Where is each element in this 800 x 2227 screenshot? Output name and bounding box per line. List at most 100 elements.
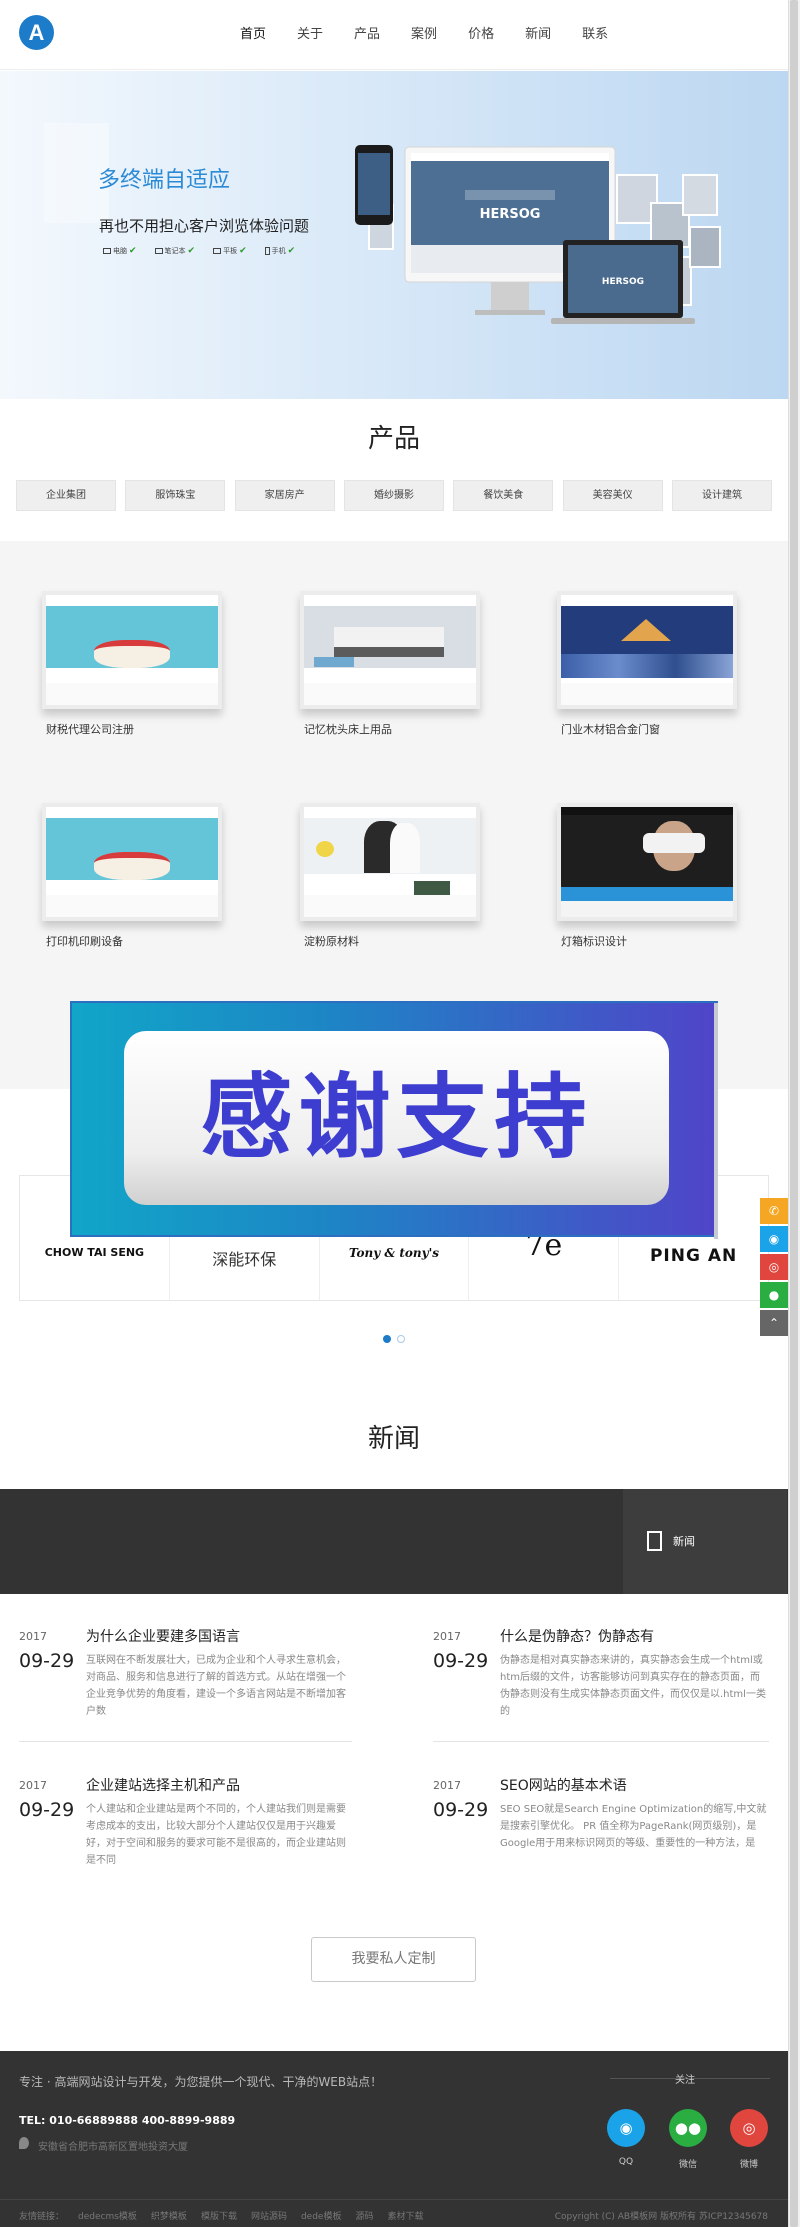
friend-link[interactable]: 网站源码 <box>251 2209 287 2222</box>
nav-item-about[interactable]: 关于 <box>297 25 323 45</box>
product-caption[interactable]: 记忆枕头床上用品 <box>300 721 430 738</box>
news-headline[interactable]: 为什么企业要建多国语言 <box>86 1626 240 1646</box>
product-caption[interactable]: 门业木材铝合金门窗 <box>557 721 687 738</box>
product-card[interactable]: 淀粉原材料 <box>300 803 480 950</box>
carousel-dot-active[interactable] <box>383 1335 391 1343</box>
banner-title: 多终端自适应 <box>98 168 231 193</box>
custom-order-button[interactable]: 我要私人定制 <box>311 1937 476 1982</box>
tablet-icon <box>213 248 222 254</box>
partner-name: PING AN <box>649 1246 738 1266</box>
overlay-text: 感谢支持 <box>200 1064 593 1171</box>
device-label: 手机 <box>271 247 286 255</box>
product-caption[interactable]: 财税代理公司注册 <box>42 721 172 738</box>
news-headline[interactable]: SEO网站的基本术语 <box>500 1775 627 1795</box>
device-mockup-illustration: HERSOG HERSOG <box>355 145 721 324</box>
back-to-top-icon[interactable]: ⌃ <box>760 1310 788 1336</box>
device-label: 平板 <box>223 247 238 255</box>
social-qq[interactable]: ◉ QQ <box>607 2109 645 2167</box>
product-card[interactable]: 记忆枕头床上用品 <box>300 591 480 738</box>
news-headline[interactable]: 什么是伪静态？伪静态有 <box>500 1626 654 1646</box>
page: A 首页 关于 产品 案例 价格 新闻 联系 多终端自适应 再也不用担心客户浏览… <box>0 0 788 2227</box>
scrollbar-thumb[interactable] <box>790 0 798 2227</box>
tab-food[interactable]: 餐饮美食 <box>453 480 554 511</box>
device-list: 电脑 ✔ 笔记本 ✔ 平板 ✔ 手机 ✔ <box>103 246 313 256</box>
product-thumbnail[interactable] <box>42 803 222 921</box>
tab-news[interactable]: 新闻 <box>623 1489 787 1594</box>
product-card[interactable]: 灯箱标识设计 <box>557 803 737 950</box>
news-divider <box>19 1741 352 1742</box>
news-date: 09-29 <box>433 1650 489 1672</box>
product-thumbnail[interactable] <box>300 803 480 921</box>
news-headline[interactable]: 企业建站选择主机和产品 <box>86 1775 240 1795</box>
friend-link[interactable]: 源码 <box>355 2209 373 2222</box>
tab-apparel-jewelry[interactable]: 服饰珠宝 <box>125 480 226 511</box>
social-label: 微信 <box>678 2160 697 2170</box>
product-caption[interactable]: 淀粉原材料 <box>300 933 430 950</box>
social-wechat[interactable]: ●● 微信 <box>669 2109 707 2170</box>
product-thumbnail[interactable] <box>557 803 737 921</box>
tab-wedding-photo[interactable]: 婚纱摄影 <box>343 480 444 511</box>
friend-link[interactable]: 织梦模板 <box>151 2209 187 2222</box>
friend-link[interactable]: 素材下载 <box>388 2209 424 2222</box>
wechat-icon[interactable]: ●● <box>669 2109 707 2147</box>
weibo-icon[interactable]: ◎ <box>760 1254 788 1280</box>
qq-icon[interactable]: ◉ <box>760 1226 788 1252</box>
tab-beauty[interactable]: 美容美仪 <box>562 480 663 511</box>
check-icon: ✔ <box>287 246 296 256</box>
tab-design-architecture[interactable]: 设计建筑 <box>671 480 772 511</box>
nav-item-cases[interactable]: 案例 <box>411 25 437 45</box>
floating-side-tools: ✆ ◉ ◎ ● ⌃ <box>760 1198 788 1338</box>
tab-home-realestate[interactable]: 家居房产 <box>234 480 335 511</box>
hero-banner: 多终端自适应 再也不用担心客户浏览体验问题 电脑 ✔ 笔记本 ✔ 平板 ✔ 手机 ✔ H… <box>0 71 788 399</box>
qq-icon[interactable]: ◉ <box>607 2109 645 2147</box>
news-item[interactable]: 2017 09-29 企业建站选择主机和产品 个人建站和企业建站是两个不同的，个… <box>19 1775 352 1866</box>
phone-icon <box>264 247 270 255</box>
footer-address: 安徽省合肥市高新区置地投资大厦 <box>38 2142 188 2153</box>
footer-phone: TEL: 010-66889888 400-8899-9889 <box>19 2114 236 2127</box>
news-year: 2017 <box>19 1630 47 1643</box>
device-label: 电脑 <box>113 247 127 255</box>
wechat-icon[interactable]: ● <box>760 1282 788 1308</box>
product-caption[interactable]: 打印机印刷设备 <box>42 933 172 950</box>
check-icon: ✔ <box>239 246 247 256</box>
laptop-icon <box>154 248 163 254</box>
product-card[interactable]: 门业木材铝合金门窗 <box>557 591 737 738</box>
desktop-icon <box>103 248 111 254</box>
nav-item-products[interactable]: 产品 <box>354 25 380 45</box>
nav-item-pricing[interactable]: 价格 <box>468 25 494 45</box>
product-card[interactable]: 打印机印刷设备 <box>42 803 222 950</box>
partner-name: 深能环保 <box>212 1250 277 1269</box>
news-divider <box>433 1741 769 1742</box>
footer-slogan: 专注 · 高端网站设计与开发，为您提供一个现代、干净的WEB站点！ <box>19 2075 383 2089</box>
nav-item-home[interactable]: 首页 <box>240 25 266 45</box>
social-weibo[interactable]: ◎ 微博 <box>730 2109 768 2170</box>
news-item[interactable]: 2017 09-29 为什么企业要建多国语言 互联网在不断发展壮大，已成为企业和… <box>19 1626 352 1717</box>
nav-item-news[interactable]: 新闻 <box>525 25 551 45</box>
carousel-dot[interactable] <box>397 1335 405 1343</box>
tab-news-label: 新闻 <box>673 1535 695 1548</box>
product-card[interactable]: 财税代理公司注册 <box>42 591 222 738</box>
product-thumbnail[interactable] <box>42 591 222 709</box>
friend-link[interactable]: dede模板 <box>301 2209 342 2222</box>
weibo-icon[interactable]: ◎ <box>730 2109 768 2147</box>
thanks-overlay: 感谢支持 <box>70 1001 718 1239</box>
copyright: Copyright (C) AB模板网 版权所有 苏ICP12345678 <box>554 2212 768 2222</box>
news-date: 09-29 <box>433 1799 489 1821</box>
banner-subtitle: 再也不用担心客户浏览体验问题 <box>99 217 310 235</box>
product-thumbnail[interactable] <box>557 591 737 709</box>
news-item[interactable]: 2017 09-29 SEO网站的基本术语 SEO SEO就是Search En… <box>433 1775 766 1865</box>
news-item[interactable]: 2017 09-29 什么是伪静态？伪静态有 伪静态是相对真实静态来讲的，真实静… <box>433 1626 766 1717</box>
site-logo[interactable]: A <box>19 15 54 50</box>
check-icon: ✔ <box>187 246 196 256</box>
partner-name: Tony & tony's <box>348 1246 440 1260</box>
product-thumbnail[interactable] <box>300 591 480 709</box>
product-caption[interactable]: 灯箱标识设计 <box>557 933 687 950</box>
tab-enterprise[interactable]: 企业集团 <box>16 480 116 511</box>
friend-link[interactable]: dedecms模板 <box>78 2209 137 2222</box>
check-icon: ✔ <box>129 246 137 256</box>
friend-link[interactable]: 模版下载 <box>201 2209 237 2222</box>
device-phone: 手机 ✔ <box>264 246 296 256</box>
document-icon <box>647 1531 662 1551</box>
nav-item-contact[interactable]: 联系 <box>582 25 608 45</box>
phone-icon[interactable]: ✆ <box>760 1198 788 1224</box>
